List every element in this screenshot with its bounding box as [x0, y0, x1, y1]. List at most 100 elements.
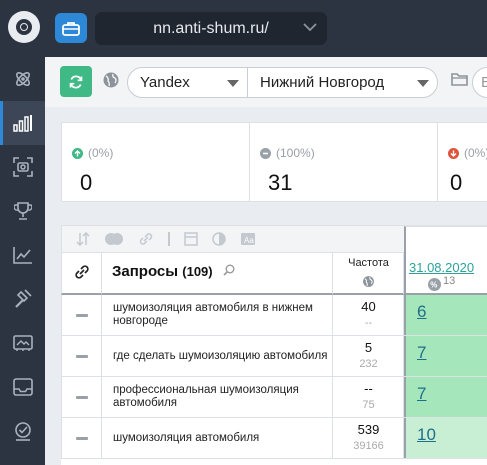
minus-circle-icon [260, 147, 271, 159]
stat-unchanged: (100%) 31 [249, 123, 437, 201]
query-text: шумоизоляция автомобиля в нижнем новгоро… [102, 295, 333, 335]
caret-down-icon [417, 80, 429, 87]
toolbar-divider [168, 232, 170, 246]
minus-icon[interactable] [75, 395, 88, 399]
toggle-icon[interactable] [104, 232, 124, 246]
sidebar [0, 57, 45, 465]
queries-label: Запросы [112, 263, 179, 280]
frequency-value: 40 [361, 299, 376, 314]
font-size-icon[interactable]: Aa [240, 232, 256, 246]
caret-down-icon [227, 80, 239, 87]
minus-icon[interactable] [75, 313, 88, 317]
query-text: где сделать шумоизоляцию автомобиля [102, 336, 333, 376]
sort-icon[interactable] [76, 232, 90, 246]
column-link-header [61, 253, 102, 295]
stats-panel: (0%) 0 (100%) 31 (0%) 0 [61, 122, 487, 202]
link-icon[interactable] [138, 232, 154, 246]
globe-icon [363, 276, 374, 287]
sidebar-item-competitors[interactable] [0, 189, 45, 233]
position-link[interactable]: 7 [417, 384, 426, 404]
filter-bar: Yandex Нижний Новгород B [45, 57, 487, 107]
trend-line-icon [12, 247, 32, 264]
position-link[interactable]: 10 [417, 425, 436, 445]
query-text: профессиональная шумоизоляция автомобиля [102, 377, 333, 417]
table-row: шумоизоляция автомобиля 539 39166 10 [61, 418, 487, 459]
frequency-exact: 232 [359, 358, 378, 370]
sidebar-item-visibility[interactable] [0, 233, 45, 277]
date-link[interactable]: 31.08.2020 [409, 260, 474, 275]
app-logo-icon[interactable] [8, 11, 40, 43]
minus-icon[interactable] [75, 436, 88, 440]
minus-icon[interactable] [75, 354, 88, 358]
table-row: где сделать шумоизоляцию автомобиля 5 23… [61, 336, 487, 377]
sidebar-item-positions[interactable] [0, 101, 45, 145]
sidebar-item-audit[interactable] [0, 409, 45, 453]
stat-declined-pct: (0%) [464, 146, 487, 160]
stat-declined-value: 0 [450, 170, 463, 195]
table-toolbar: Aa [61, 226, 404, 253]
arrow-up-circle-icon [72, 147, 83, 159]
sidebar-item-tools[interactable] [0, 277, 45, 321]
trophy-icon [13, 202, 32, 220]
arrow-down-circle-icon [448, 147, 459, 159]
queries-count: (109) [182, 264, 213, 279]
chevron-down-icon [303, 23, 317, 32]
stat-improved-value: 0 [80, 170, 93, 195]
svg-text:%: % [430, 281, 437, 290]
date-count: 13 [443, 275, 456, 287]
column-date-header: 31.08.2020 % 13 [404, 226, 487, 295]
hammer-icon [14, 289, 32, 308]
frequency-exact: -- [364, 317, 373, 329]
briefcase-icon [62, 21, 80, 36]
stat-unchanged-pct: (100%) [276, 146, 315, 160]
search-engine-value: Yandex [140, 74, 190, 91]
stat-improved-pct: (0%) [88, 146, 114, 160]
svg-text:Aa: Aa [244, 236, 254, 245]
camera-focus-icon [12, 157, 33, 177]
search-engine-select[interactable]: Yandex [127, 67, 248, 98]
column-queries-header[interactable]: Запросы (109) [102, 253, 333, 295]
globe-icon [103, 72, 119, 88]
refresh-icon [69, 75, 83, 88]
region-select[interactable]: Нижний Новгород [247, 67, 438, 98]
contrast-icon[interactable] [212, 232, 226, 246]
region-value: Нижний Новгород [260, 74, 385, 91]
frequency-value: 539 [357, 422, 380, 437]
refresh-button[interactable] [60, 66, 92, 97]
group-value: B [481, 74, 487, 91]
stat-declined: (0%) 0 [437, 123, 487, 201]
stat-unchanged-value: 31 [268, 170, 293, 195]
query-text: шумоизоляция автомобиля [102, 418, 333, 458]
chain-link-icon [74, 265, 89, 279]
top-bar: nn.anti-shum.ru/ [0, 0, 487, 57]
percent-icon: % [428, 278, 441, 291]
bar-chart-icon [12, 115, 32, 132]
sidebar-item-gallery[interactable] [0, 321, 45, 365]
check-badge-icon [14, 422, 31, 441]
atom-icon [15, 72, 30, 86]
sidebar-item-inbox[interactable] [0, 365, 45, 409]
inbox-tray-icon [12, 378, 33, 396]
search-icon[interactable] [223, 264, 235, 276]
sidebar-item-snapshots[interactable] [0, 145, 45, 189]
frequency-label: Частота [348, 257, 389, 269]
column-frequency-header[interactable]: Частота [333, 253, 404, 295]
frequency-value: -- [364, 381, 373, 396]
columns-icon[interactable] [184, 232, 198, 246]
projects-button[interactable] [55, 13, 87, 43]
table-row: профессиональная шумоизоляция автомобиля… [61, 377, 487, 418]
position-link[interactable]: 7 [417, 343, 426, 363]
folder-icon [451, 73, 468, 86]
domain-selector[interactable]: nn.anti-shum.ru/ [95, 12, 327, 45]
frequency-exact: 39166 [353, 440, 384, 452]
positions-table: Aa Запросы (109) Частота 31.08.2020 % 13… [61, 225, 487, 465]
domain-label: nn.anti-shum.ru/ [153, 19, 269, 37]
frequency-exact: 75 [362, 399, 375, 411]
position-link[interactable]: 6 [417, 302, 426, 322]
frequency-value: 5 [364, 340, 373, 355]
group-select[interactable]: B [472, 67, 487, 98]
table-row: шумоизоляция автомобиля в нижнем новгоро… [61, 295, 487, 336]
stat-improved: (0%) 0 [62, 123, 249, 201]
image-gallery-icon [12, 335, 33, 351]
sidebar-item-overview[interactable] [0, 57, 45, 101]
